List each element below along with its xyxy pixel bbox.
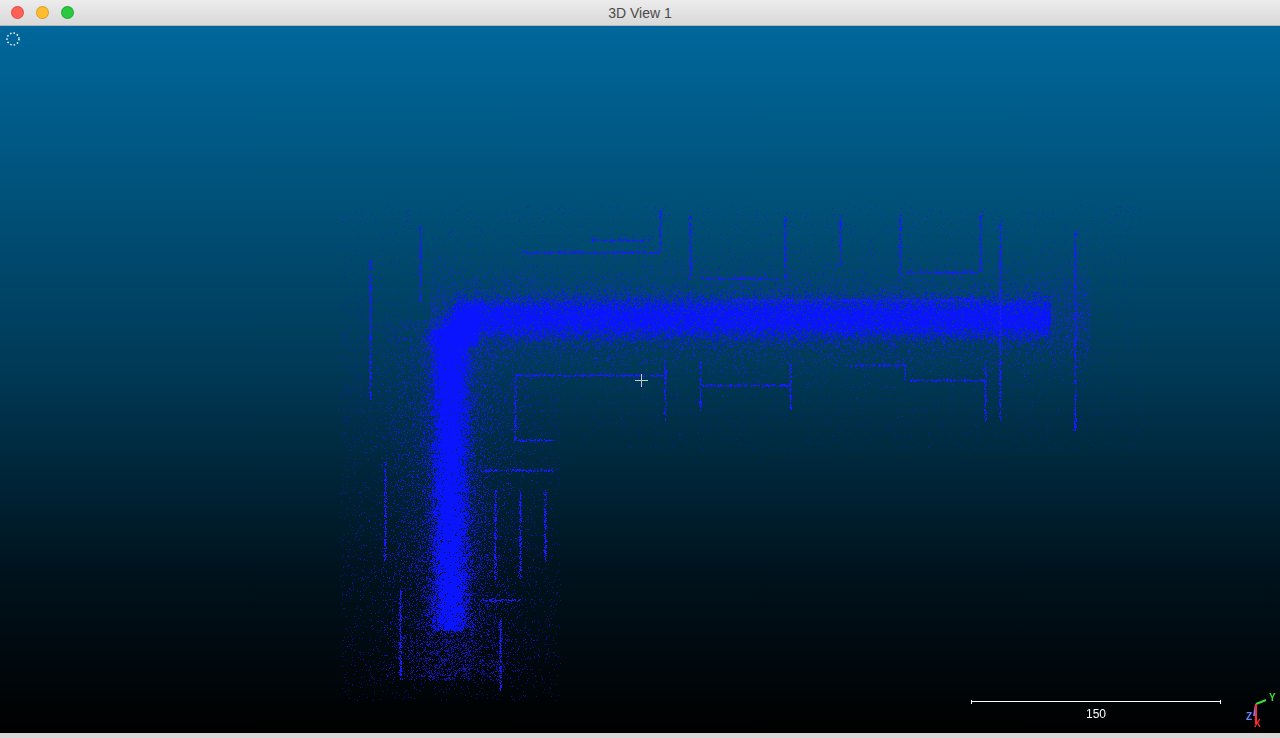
scale-label: 150 bbox=[1086, 707, 1106, 721]
scale-line bbox=[971, 700, 1221, 704]
zoom-button[interactable] bbox=[61, 6, 74, 19]
spinner-icon bbox=[5, 31, 21, 47]
close-button[interactable] bbox=[11, 6, 24, 19]
scale-bar: 150 bbox=[970, 700, 1222, 721]
title-bar: 3D View 1 bbox=[0, 0, 1280, 26]
point-cloud[interactable] bbox=[0, 26, 1280, 733]
axis-label: Y bbox=[1269, 693, 1276, 703]
3d-view[interactable]: 150 Y ZX bbox=[0, 26, 1280, 738]
window-controls bbox=[0, 6, 90, 19]
window-title: 3D View 1 bbox=[90, 5, 1190, 21]
axis-label: Z bbox=[1246, 712, 1252, 722]
axis-trihedron: Y ZX bbox=[1244, 690, 1278, 730]
minimize-button[interactable] bbox=[36, 6, 49, 19]
crosshair-icon bbox=[635, 374, 648, 387]
axis-label: X bbox=[1254, 719, 1261, 729]
